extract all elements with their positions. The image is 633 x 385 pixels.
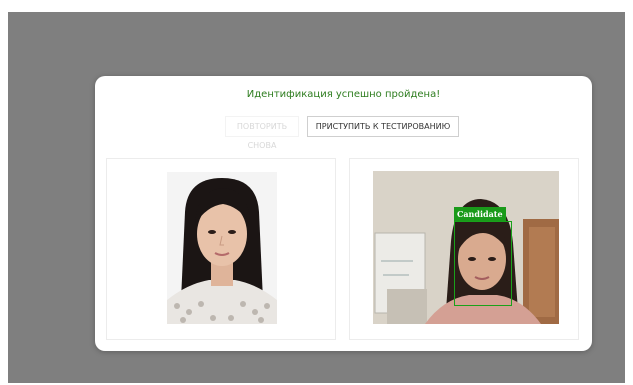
webcam-photo-card: Candidate [349,158,579,340]
start-testing-button[interactable]: ПРИСТУПИТЬ К ТЕСТИРОВАНИЮ [307,116,459,137]
webcam-snapshot: Candidate [373,171,559,324]
face-detection-box [454,221,512,306]
success-message: Идентификация успешно пройдена! [246,89,441,100]
reference-photo [167,172,277,324]
retry-button[interactable]: ПОВТОРИТЬ СНОВА [225,116,299,150]
identification-dialog: Идентификация успешно пройдена! ПОВТОРИТ… [95,76,592,351]
reference-photo-card [106,158,336,340]
candidate-label: Candidate [454,207,506,221]
